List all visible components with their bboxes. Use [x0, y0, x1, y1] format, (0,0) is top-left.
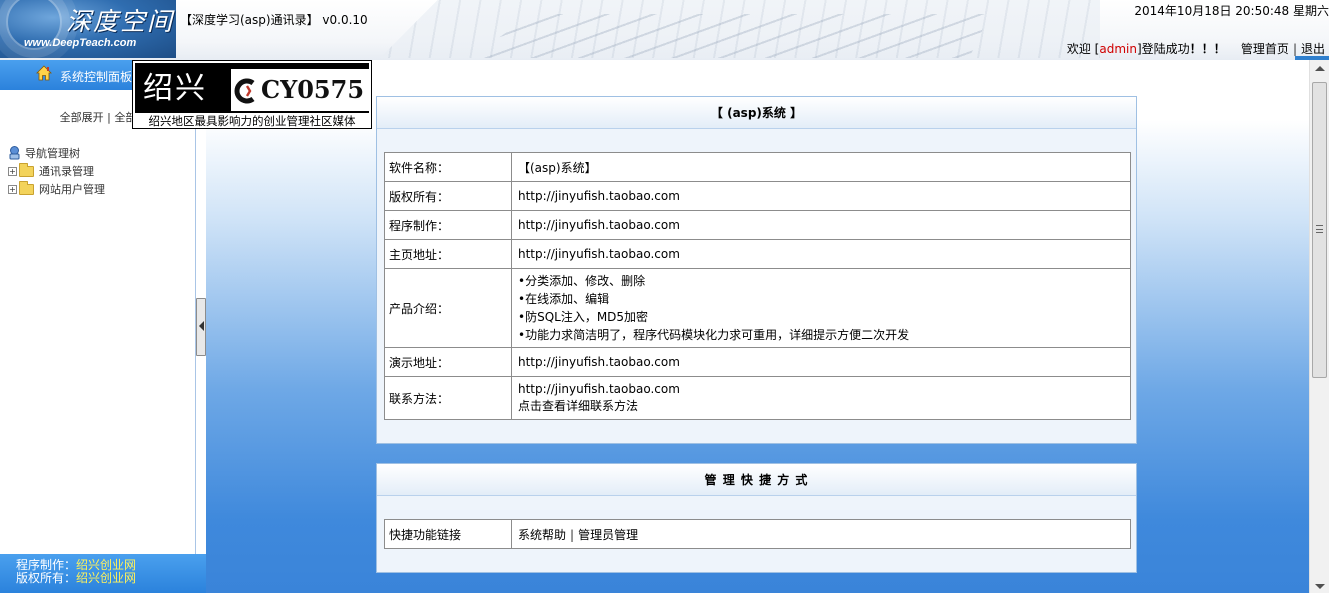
- scroll-grip-icon: [1316, 225, 1323, 233]
- footer-copyright-label: 版权所有：: [16, 571, 77, 585]
- logout-link[interactable]: 退出: [1301, 42, 1325, 56]
- banner-slogan: 绍兴地区最具影响力的创业管理社区媒体: [148, 114, 356, 128]
- product-features: •分类添加、修改、删除 •在线添加、编辑 •防SQL注入，MD5加密 •功能力求…: [511, 268, 1131, 348]
- shortcut-table: 快捷功能链接 系统帮助 | 管理员管理: [384, 519, 1131, 549]
- table-row: 快捷功能链接 系统帮助 | 管理员管理: [384, 519, 1131, 549]
- row-value: http://jinyufish.taobao.com: [511, 239, 1131, 269]
- feature-item: •在线添加、编辑: [518, 292, 610, 306]
- row-label: 主页地址：: [384, 239, 512, 269]
- row-label: 程序制作：: [384, 210, 512, 240]
- shortcut-title: 管 理 快 捷 方 式: [377, 464, 1136, 496]
- folder-icon: [19, 162, 34, 177]
- system-info-table: 软件名称： 【(asp)系统】 版权所有： http://jinyufish.t…: [384, 152, 1131, 420]
- tree-root-label: 导航管理树: [25, 147, 80, 160]
- shortcut-card: 管 理 快 捷 方 式 快捷功能链接 系统帮助 | 管理员管理: [376, 463, 1137, 573]
- nav-tree-icon: [9, 146, 20, 160]
- banner-dark-block: 绍兴 CY0575: [135, 63, 369, 113]
- nav-tree: 导航管理树 + 通讯录管理 + 网站用户管理: [8, 144, 105, 198]
- current-datetime: 2014年10月18日 20:50:48 星期六: [1134, 4, 1329, 18]
- sidebar-toggle-button[interactable]: [196, 298, 206, 356]
- site-logo: 深度空间 www.DeepTeach.com: [0, 0, 176, 58]
- footer-author-label: 程序制作：: [16, 558, 77, 572]
- vertical-scrollbar[interactable]: [1309, 60, 1329, 593]
- folder-icon: [19, 180, 34, 195]
- tree-item-site-users[interactable]: + 网站用户管理: [8, 180, 105, 198]
- footer-author-link[interactable]: 绍兴创业网: [76, 558, 136, 572]
- expand-plus-icon[interactable]: +: [8, 166, 17, 176]
- main-content: 【 (asp)系统 】 软件名称： 【(asp)系统】 版权所有： http:/…: [206, 60, 1309, 593]
- table-row: 产品介绍： •分类添加、修改、删除 •在线添加、编辑 •防SQL注入，MD5加密…: [384, 268, 1131, 348]
- tree-item-label[interactable]: 网站用户管理: [39, 181, 105, 197]
- system-info-title: 【 (asp)系统 】: [377, 97, 1136, 129]
- table-row: 软件名称： 【(asp)系统】: [384, 152, 1131, 182]
- overlay-banner-ad[interactable]: 绍兴 CY0575 绍兴地区最具影响力的创业管理社区媒体: [132, 60, 372, 129]
- row-label: 软件名称：: [384, 152, 512, 182]
- username: admin: [1099, 42, 1137, 56]
- home-icon: [36, 65, 52, 81]
- admin-home-link[interactable]: 管理首页: [1241, 42, 1289, 56]
- top-header: 深度空间 www.DeepTeach.com 【深度学习(asp)通讯录】 v0…: [0, 0, 1329, 60]
- row-value: http://jinyufish.taobao.com: [511, 181, 1131, 211]
- banner-city: 绍兴: [143, 71, 207, 106]
- app-title: 【深度学习(asp)通讯录】 v0.0.10: [180, 13, 368, 27]
- keyboard-keys-image: [470, 14, 990, 58]
- table-row: 版权所有： http://jinyufish.taobao.com: [384, 181, 1131, 211]
- expand-plus-icon[interactable]: +: [8, 184, 17, 194]
- contact-cell: http://jinyufish.taobao.com 点击查看详细联系方法: [511, 376, 1131, 420]
- collapse-arrow-icon: [199, 321, 204, 331]
- contact-details-link[interactable]: 点击查看详细联系方法: [518, 398, 1126, 415]
- welcome-bar: 欢迎 [admin]登陆成功！！！ 管理首页 | 退出: [1067, 40, 1325, 57]
- banner-brand: CY0575: [231, 69, 369, 111]
- row-value: http://jinyufish.taobao.com: [511, 210, 1131, 240]
- table-row: 联系方法： http://jinyufish.taobao.com 点击查看详细…: [384, 376, 1131, 420]
- shortcut-links: 系统帮助 | 管理员管理: [511, 519, 1131, 549]
- row-label: 版权所有：: [384, 181, 512, 211]
- tree-item-contacts[interactable]: + 通讯录管理: [8, 162, 105, 180]
- row-label: 演示地址：: [384, 347, 512, 377]
- banner-brand-text: CY0575: [261, 75, 365, 104]
- table-row: 演示地址： http://jinyufish.taobao.com: [384, 347, 1131, 377]
- feature-item: •防SQL注入，MD5加密: [518, 310, 649, 324]
- row-value: http://jinyufish.taobao.com: [511, 347, 1131, 377]
- tree-item-label[interactable]: 通讯录管理: [39, 163, 94, 179]
- scroll-down-arrow-icon[interactable]: [1315, 584, 1325, 589]
- contact-url: http://jinyufish.taobao.com: [518, 382, 680, 396]
- row-label: 联系方法：: [384, 376, 512, 420]
- logo-url-text: www.DeepTeach.com: [24, 37, 137, 49]
- table-row: 主页地址： http://jinyufish.taobao.com: [384, 239, 1131, 269]
- control-panel-title: 系统控制面板: [60, 70, 133, 84]
- link-separator: |: [570, 527, 575, 542]
- footer-copyright-link[interactable]: 绍兴创业网: [76, 571, 136, 585]
- brand-c-logo-icon: [234, 78, 259, 104]
- welcome-exclaim: ！！！: [1189, 42, 1226, 56]
- row-label: 快捷功能链接: [384, 519, 512, 549]
- scroll-up-arrow-icon[interactable]: [1315, 66, 1325, 71]
- table-row: 程序制作： http://jinyufish.taobao.com: [384, 210, 1131, 240]
- nav-separator: |: [1292, 42, 1297, 56]
- logo-chinese-text: 深度空间: [66, 7, 175, 36]
- tree-root: 导航管理树: [8, 144, 105, 162]
- welcome-prefix: 欢迎 [: [1066, 42, 1100, 56]
- admin-manage-link[interactable]: 管理员管理: [578, 528, 638, 542]
- system-help-link[interactable]: 系统帮助: [518, 528, 566, 542]
- row-label: 产品介绍：: [384, 268, 512, 348]
- system-info-card: 【 (asp)系统 】 软件名称： 【(asp)系统】 版权所有： http:/…: [376, 96, 1137, 444]
- row-value: 【(asp)系统】: [511, 152, 1131, 182]
- scrollbar-thumb[interactable]: [1312, 82, 1327, 378]
- welcome-suffix: ]登陆成功: [1136, 42, 1190, 56]
- sidebar-footer: 程序制作：绍兴创业网 版权所有：绍兴创业网: [0, 554, 206, 593]
- sidebar: 系统控制面板 全部展开 | 全部 导航管理树 + 通讯录管理 + 网站用户管理 …: [0, 60, 206, 593]
- feature-item: •分类添加、修改、删除: [518, 274, 646, 288]
- feature-item: •功能力求简洁明了，程序代码模块化力求可重用，详细提示方便二次开发: [518, 328, 910, 342]
